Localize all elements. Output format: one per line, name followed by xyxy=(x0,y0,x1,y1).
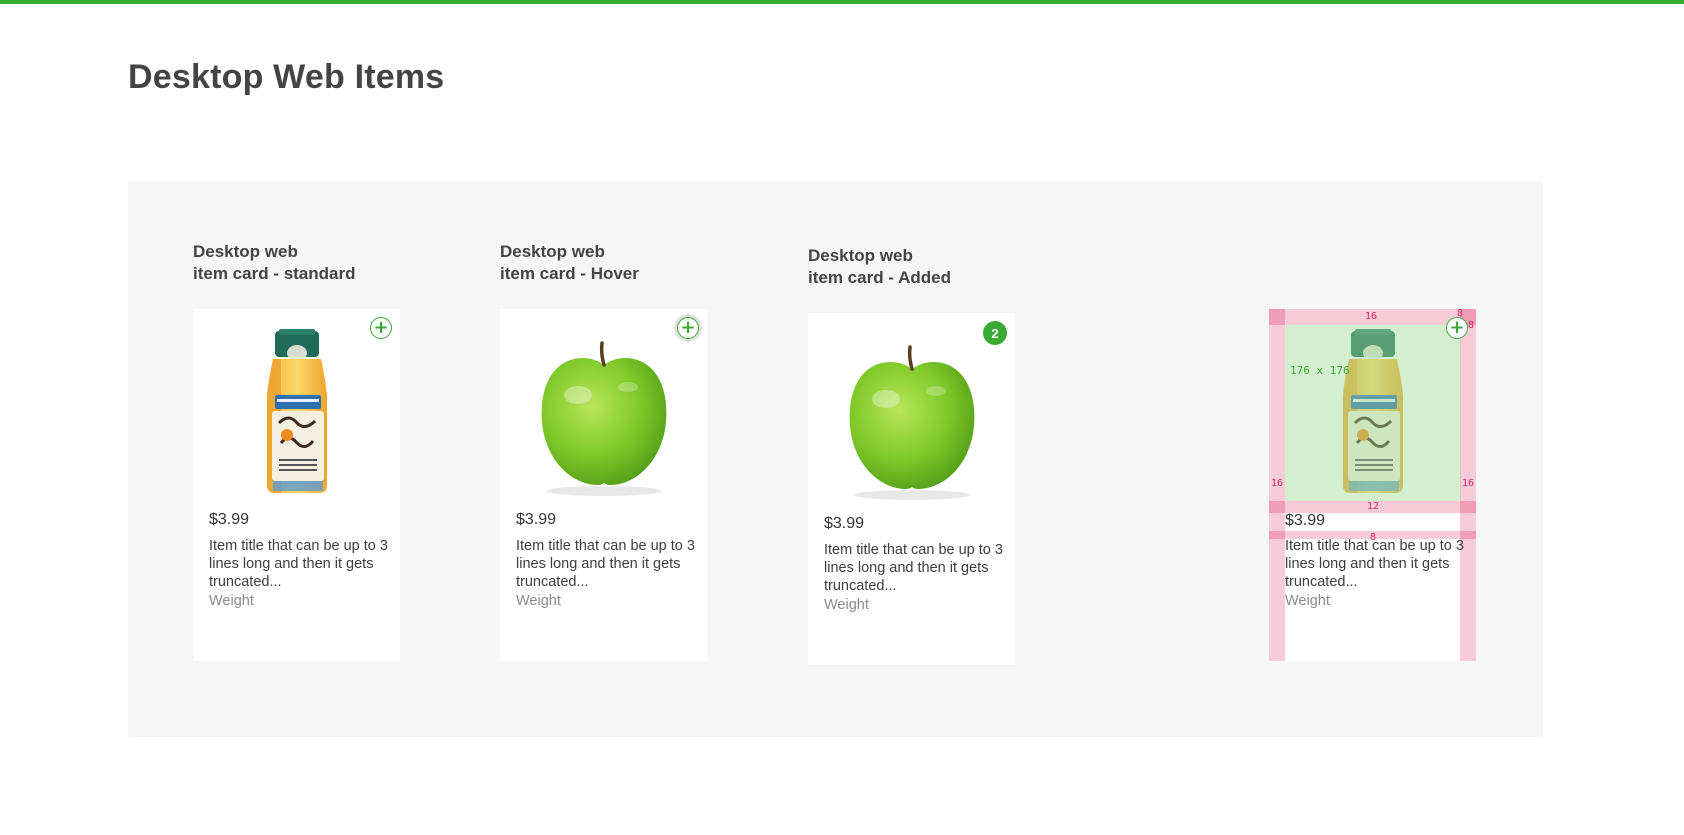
spec-corner xyxy=(1269,501,1285,513)
item-price: $3.99 xyxy=(516,511,557,528)
plus-icon: + xyxy=(373,316,389,338)
item-card-added[interactable]: 2 $3.99 Item title that can be up to 3 l… xyxy=(808,313,1015,665)
product-image-green-apple[interactable] xyxy=(516,325,692,501)
spec-label-right-padding: 16 xyxy=(1462,478,1475,489)
spec-label-top-padding: 16 xyxy=(1365,311,1378,322)
spec-label-image-price-gap: 12 xyxy=(1367,501,1380,512)
section-label-line: Desktop web xyxy=(193,242,298,261)
section-label-standard: Desktop web item card - standard xyxy=(193,241,356,285)
spec-label-price-title-gap: 8 xyxy=(1370,532,1377,543)
item-price: $3.99 xyxy=(1285,512,1326,529)
plus-icon: + xyxy=(680,316,696,338)
item-weight: Weight xyxy=(516,593,561,609)
product-image-green-apple[interactable] xyxy=(824,329,1000,505)
section-label-line: item card - Hover xyxy=(500,264,639,283)
spec-corner xyxy=(1269,531,1285,539)
item-card-hover[interactable]: + $3.99 Item title that can be up to 3 l… xyxy=(500,309,707,661)
section-label-added: Desktop web item card - Added xyxy=(808,245,951,289)
add-to-cart-button: + xyxy=(1446,317,1468,339)
section-label-line: Desktop web xyxy=(808,246,913,265)
item-title: Item title that can be up to 3 lines lon… xyxy=(1285,538,1464,590)
spec-corner xyxy=(1269,309,1285,325)
spec-label-button-top: 8 xyxy=(1457,308,1464,319)
plus-icon: + xyxy=(1449,316,1465,338)
spec-right-padding xyxy=(1460,325,1476,661)
item-weight: Weight xyxy=(209,593,254,609)
section-label-line: item card - Added xyxy=(808,268,951,287)
section-label-hover: Desktop web item card - Hover xyxy=(500,241,639,285)
add-to-cart-button[interactable]: + xyxy=(370,317,392,339)
spec-label-button-right: 8 xyxy=(1468,320,1475,331)
spec-image-area xyxy=(1285,325,1461,501)
top-accent-bar xyxy=(0,0,1684,4)
item-title[interactable]: Item title that can be up to 3 lines lon… xyxy=(516,537,696,591)
spec-corner xyxy=(1460,501,1476,513)
item-card-standard[interactable]: + $3.99 Item title that can be up to 3 l… xyxy=(193,309,400,661)
product-image-orange-juice[interactable] xyxy=(209,325,385,501)
item-title[interactable]: Item title that can be up to 3 lines lon… xyxy=(209,537,389,591)
spec-label-left-padding: 16 xyxy=(1271,478,1284,489)
item-card-spec: + $3.99 Item title that can be up to 3 l… xyxy=(1269,309,1476,661)
cart-quantity-badge[interactable]: 2 xyxy=(983,321,1007,345)
item-weight: Weight xyxy=(824,597,869,613)
item-title[interactable]: Item title that can be up to 3 lines lon… xyxy=(824,541,1004,595)
item-price: $3.99 xyxy=(209,511,250,528)
spec-label-image-size: 176 x 176 xyxy=(1290,364,1350,377)
section-label-line: Desktop web xyxy=(500,242,605,261)
add-to-cart-button[interactable]: + xyxy=(677,317,699,339)
item-price: $3.99 xyxy=(824,515,865,532)
page-title: Desktop Web Items xyxy=(128,58,445,96)
spec-left-padding xyxy=(1269,325,1285,661)
item-weight: Weight xyxy=(1285,593,1330,609)
section-label-line: item card - standard xyxy=(193,264,356,283)
